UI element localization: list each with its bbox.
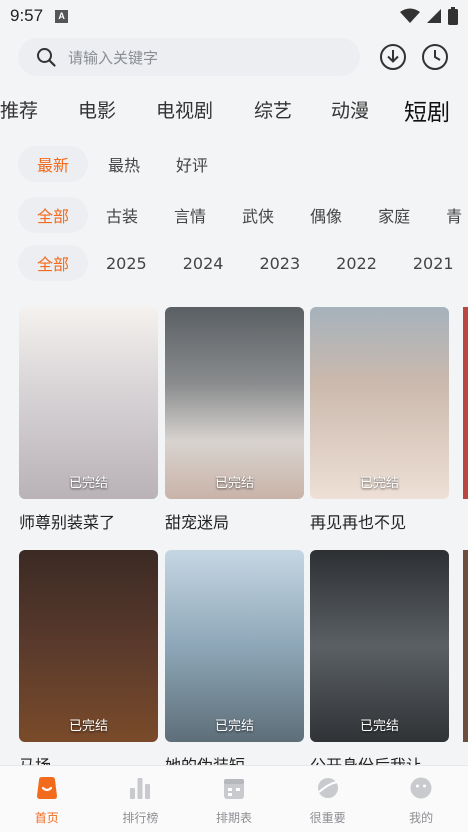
nav-home[interactable]: 首页 bbox=[0, 766, 94, 832]
tab-recommend[interactable]: 推荐 bbox=[0, 96, 38, 123]
status-badge: 已完结 bbox=[214, 719, 254, 734]
video-card[interactable]: 已完结 马场 bbox=[19, 550, 158, 776]
nav-label: 首页 bbox=[34, 811, 59, 825]
nav-label: 排期表 bbox=[215, 811, 252, 825]
category-tabs: 推荐 电影 电视剧 综艺 动漫 短剧 bbox=[0, 88, 468, 132]
video-poster: 已完结 bbox=[19, 307, 158, 499]
status-badge: 已完结 bbox=[68, 476, 108, 491]
nav-label: 很重要 bbox=[309, 811, 346, 825]
filter-year-2024[interactable]: 2024 bbox=[165, 245, 242, 281]
tab-movies[interactable]: 电影 bbox=[78, 96, 116, 123]
status-time: 9:57 bbox=[10, 6, 44, 25]
tab-tv-series[interactable]: 电视剧 bbox=[156, 96, 213, 123]
video-poster: 已完结 bbox=[19, 550, 158, 742]
profile-icon bbox=[408, 775, 434, 801]
filter-genre-idol[interactable]: 偶像 bbox=[292, 197, 360, 233]
next-card-peek bbox=[463, 550, 468, 742]
signal-icon bbox=[427, 9, 441, 23]
nav-label: 排行榜 bbox=[122, 811, 159, 825]
download-button[interactable] bbox=[378, 42, 408, 72]
video-poster: 已完结 bbox=[165, 307, 304, 499]
nav-important[interactable]: 很重要 bbox=[281, 766, 375, 832]
filter-genre-family[interactable]: 家庭 bbox=[360, 197, 428, 233]
nav-label: 我的 bbox=[409, 811, 434, 825]
filter-sort-hottest[interactable]: 最热 bbox=[90, 146, 158, 182]
home-icon bbox=[34, 775, 60, 801]
filter-sort-newest[interactable]: 最新 bbox=[18, 146, 88, 182]
video-poster: 已完结 bbox=[165, 550, 304, 742]
filter-genre-youth[interactable]: 青 bbox=[428, 197, 468, 233]
genre-filter-row: 全部 古装 言情 武侠 偶像 家庭 青 bbox=[18, 196, 468, 234]
sort-filter-row: 最新 最热 好评 bbox=[18, 145, 226, 183]
tab-anime[interactable]: 动漫 bbox=[331, 96, 369, 123]
video-card[interactable]: 已完结 她的伪装短 bbox=[165, 550, 304, 776]
bottom-nav: 首页 排行榜 排期表 很重要 我的 bbox=[0, 765, 468, 832]
filter-genre-wuxia[interactable]: 武侠 bbox=[224, 197, 292, 233]
filter-genre-costume[interactable]: 古装 bbox=[88, 197, 156, 233]
tab-short-drama[interactable]: 短剧 bbox=[404, 93, 450, 127]
status-badge: 已完结 bbox=[214, 476, 254, 491]
status-badge: 已完结 bbox=[359, 476, 399, 491]
video-poster: 已完结 bbox=[310, 550, 449, 742]
search-input[interactable]: 请输入关键字 bbox=[18, 38, 360, 76]
status-badge: 已完结 bbox=[68, 719, 108, 734]
video-title: 师尊别装菜了 bbox=[19, 513, 116, 532]
filter-year-2022[interactable]: 2022 bbox=[318, 245, 395, 281]
wifi-icon bbox=[400, 8, 420, 23]
nav-schedule[interactable]: 排期表 bbox=[187, 766, 281, 832]
history-button[interactable] bbox=[420, 42, 450, 72]
status-badge: 已完结 bbox=[359, 719, 399, 734]
filter-genre-romance[interactable]: 言情 bbox=[156, 197, 224, 233]
ranking-icon bbox=[127, 775, 153, 801]
filter-year-all[interactable]: 全部 bbox=[18, 245, 88, 281]
status-icons bbox=[400, 7, 458, 25]
filter-year-2021[interactable]: 2021 bbox=[395, 245, 468, 281]
video-card[interactable]: 已完结 师尊别装菜了 bbox=[19, 307, 158, 533]
nav-ranking[interactable]: 排行榜 bbox=[94, 766, 188, 832]
video-poster: 已完结 bbox=[310, 307, 449, 499]
schedule-icon bbox=[221, 775, 247, 801]
download-icon bbox=[380, 44, 406, 70]
filter-sort-top-rated[interactable]: 好评 bbox=[158, 146, 226, 182]
search-icon bbox=[37, 48, 56, 67]
video-card[interactable]: 已完结 再见再也不见 bbox=[310, 307, 449, 533]
year-filter-row: 全部 2025 2024 2023 2022 2021 bbox=[18, 244, 468, 282]
video-card[interactable]: 已完结 甜宠迷局 bbox=[165, 307, 304, 533]
status-bar: 9:57 A bbox=[0, 0, 468, 32]
search-row: 请输入关键字 bbox=[18, 37, 458, 77]
clock-icon bbox=[422, 44, 448, 70]
nav-profile[interactable]: 我的 bbox=[374, 766, 468, 832]
notification-icon: A bbox=[55, 9, 69, 23]
video-title: 甜宠迷局 bbox=[165, 513, 230, 532]
planet-icon bbox=[315, 775, 341, 801]
video-card[interactable]: 已完结 公开身份后我让 bbox=[310, 550, 449, 776]
next-card-peek bbox=[463, 307, 468, 499]
video-title: 再见再也不见 bbox=[310, 513, 407, 532]
filter-genre-all[interactable]: 全部 bbox=[18, 197, 88, 233]
filter-year-2025[interactable]: 2025 bbox=[88, 245, 165, 281]
tab-variety[interactable]: 综艺 bbox=[254, 96, 292, 123]
battery-icon bbox=[448, 7, 458, 25]
filter-year-2023[interactable]: 2023 bbox=[241, 245, 318, 281]
search-placeholder: 请输入关键字 bbox=[68, 48, 159, 67]
